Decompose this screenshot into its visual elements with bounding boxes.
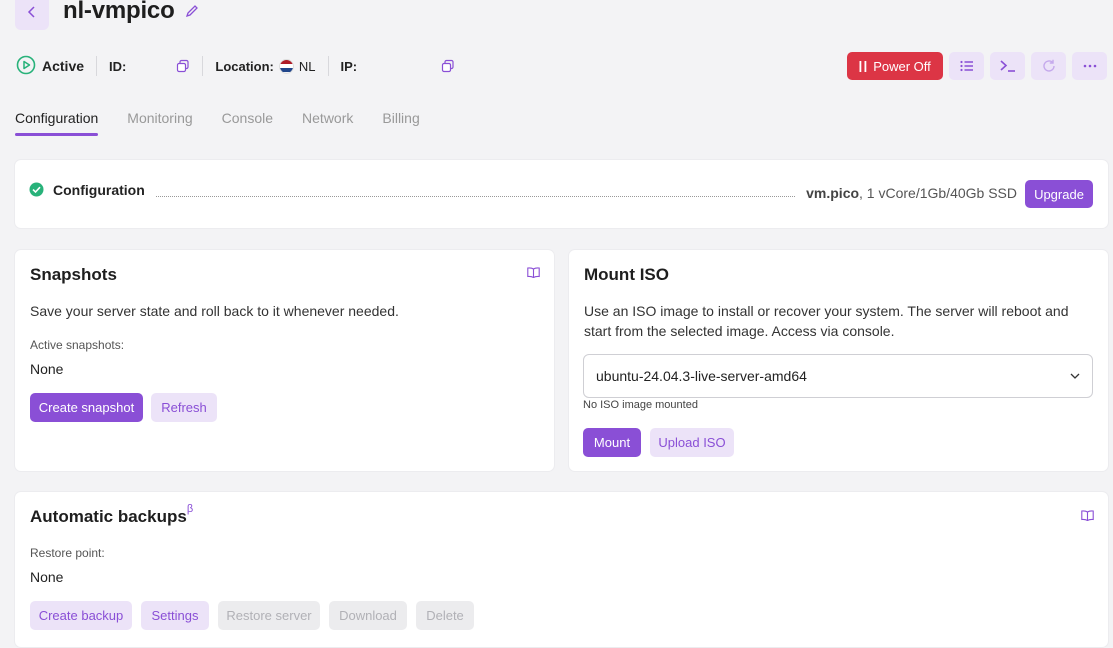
power-off-button[interactable]: Power Off bbox=[847, 52, 943, 80]
refresh-icon bbox=[1042, 59, 1055, 72]
copy-id-icon[interactable] bbox=[176, 59, 190, 73]
iso-selected-value: ubuntu-24.04.3-live-server-amd64 bbox=[596, 368, 807, 384]
active-snapshots-label: Active snapshots: bbox=[30, 338, 125, 352]
restore-point-label: Restore point: bbox=[30, 546, 105, 560]
snapshots-title: Snapshots bbox=[30, 265, 117, 284]
back-button[interactable] bbox=[15, 0, 49, 30]
backups-title-text: Automatic backups bbox=[30, 507, 187, 526]
refresh-button[interactable]: Refresh bbox=[151, 393, 217, 422]
console-button[interactable] bbox=[990, 52, 1025, 80]
netherlands-flag-icon bbox=[278, 58, 294, 74]
reboot-button[interactable] bbox=[1031, 52, 1066, 80]
page-title: nl-vmpico bbox=[63, 0, 175, 24]
server-info-row: Active ID: Location: NL IP: bbox=[16, 55, 455, 77]
book-icon[interactable] bbox=[527, 265, 540, 283]
divider bbox=[327, 56, 329, 76]
automatic-backups-card: Automatic backupsβ Restore point: None C… bbox=[15, 492, 1108, 647]
status-label: Active bbox=[42, 58, 85, 74]
location-code: NL bbox=[298, 58, 316, 74]
configuration-label: Configuration bbox=[53, 182, 145, 198]
restore-server-button[interactable]: Restore server bbox=[218, 601, 320, 630]
mount-button[interactable]: Mount bbox=[583, 428, 641, 457]
dotted-leader bbox=[156, 196, 795, 197]
mount-iso-card: Mount ISO Use an ISO image to install or… bbox=[569, 250, 1108, 471]
snapshots-description: Save your server state and roll back to … bbox=[30, 303, 399, 319]
edit-icon[interactable] bbox=[185, 4, 199, 23]
upgrade-button[interactable]: Upgrade bbox=[1025, 180, 1093, 208]
chevron-left-icon bbox=[27, 6, 35, 18]
list-icon bbox=[959, 60, 973, 72]
iso-status-hint: No ISO image mounted bbox=[583, 399, 698, 411]
plan-name: vm.pico bbox=[806, 185, 860, 201]
configuration-card: Configuration vm.pico, 1 vCore/1Gb/40Gb … bbox=[15, 160, 1108, 228]
pause-icon bbox=[859, 60, 867, 72]
ip-label: IP: bbox=[340, 58, 358, 74]
tab-configuration[interactable]: Configuration bbox=[15, 110, 99, 136]
status-play-icon bbox=[16, 55, 36, 78]
upload-iso-button[interactable]: Upload ISO bbox=[650, 428, 734, 457]
power-off-label: Power Off bbox=[873, 58, 931, 74]
tab-console[interactable]: Console bbox=[222, 110, 273, 136]
check-circle-icon bbox=[29, 182, 44, 202]
plan-spec: vm.pico, 1 vCore/1Gb/40Gb SSD bbox=[806, 185, 1017, 201]
location-label: Location: bbox=[215, 58, 274, 74]
active-snapshots-value: None bbox=[30, 361, 64, 377]
beta-badge: β bbox=[186, 503, 194, 515]
plan-details: , 1 vCore/1Gb/40Gb SSD bbox=[859, 185, 1017, 201]
mount-iso-title: Mount ISO bbox=[584, 265, 669, 284]
restore-point-value: None bbox=[30, 569, 64, 585]
more-horizontal-icon bbox=[1083, 64, 1096, 68]
id-label: ID: bbox=[109, 58, 127, 74]
copy-ip-icon[interactable] bbox=[441, 59, 455, 73]
tab-network[interactable]: Network bbox=[302, 110, 353, 136]
tab-monitoring[interactable]: Monitoring bbox=[127, 110, 192, 136]
divider bbox=[202, 56, 204, 76]
mount-iso-description: Use an ISO image to install or recover y… bbox=[584, 303, 1069, 339]
list-button[interactable] bbox=[949, 52, 984, 80]
settings-button[interactable]: Settings bbox=[141, 601, 209, 630]
terminal-icon bbox=[999, 60, 1015, 72]
chevron-down-icon bbox=[1070, 373, 1080, 379]
snapshots-card: Snapshots Save your server state and rol… bbox=[15, 250, 554, 471]
download-button[interactable]: Download bbox=[329, 601, 407, 630]
divider bbox=[96, 56, 98, 76]
tab-billing[interactable]: Billing bbox=[382, 110, 419, 136]
tab-bar: Configuration Monitoring Console Network… bbox=[15, 110, 449, 136]
create-backup-button[interactable]: Create backup bbox=[30, 601, 132, 630]
create-snapshot-button[interactable]: Create snapshot bbox=[30, 393, 143, 422]
book-icon[interactable] bbox=[1081, 508, 1094, 526]
more-button[interactable] bbox=[1072, 52, 1107, 80]
server-toolbar: Power Off bbox=[847, 52, 1107, 80]
iso-image-select[interactable]: ubuntu-24.04.3-live-server-amd64 bbox=[583, 354, 1093, 398]
delete-button[interactable]: Delete bbox=[416, 601, 474, 630]
backups-title: Automatic backupsβ bbox=[30, 503, 193, 527]
